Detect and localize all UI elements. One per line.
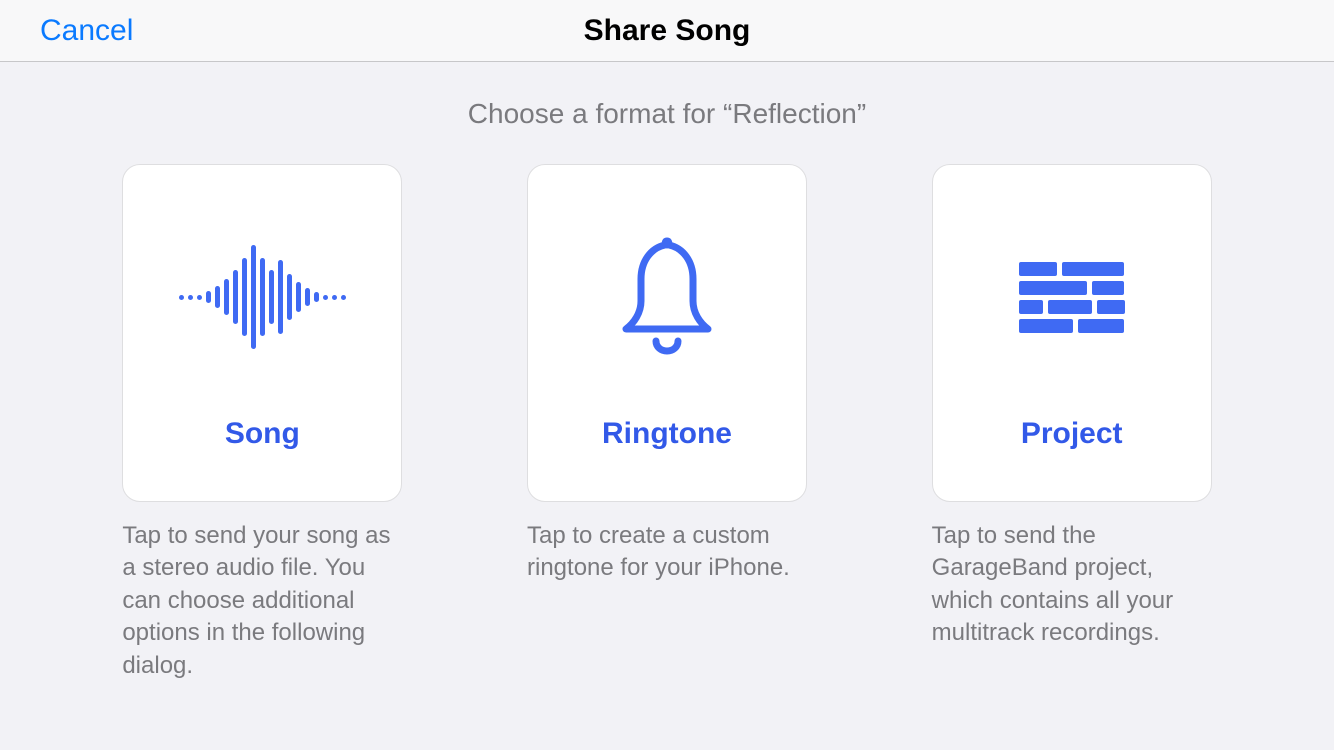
option-ringtone: Ringtone Tap to create a custom ringtone… — [525, 164, 810, 682]
subtitle-text: Choose a format for “Reflection” — [120, 98, 1214, 130]
ringtone-card-label: Ringtone — [602, 417, 732, 451]
ringtone-card[interactable]: Ringtone — [527, 164, 807, 502]
page-title: Share Song — [584, 14, 751, 48]
ringtone-description: Tap to create a custom ringtone for your… — [527, 520, 807, 585]
song-card-label: Song — [225, 417, 300, 451]
project-card[interactable]: Project — [932, 164, 1212, 502]
content-area: Choose a format for “Reflection” — [0, 62, 1334, 682]
song-description: Tap to send your song as a stereo audio … — [122, 520, 402, 682]
option-song: Song Tap to send your song as a stereo a… — [120, 164, 405, 682]
waveform-icon — [179, 185, 346, 409]
tracks-icon — [1019, 185, 1125, 409]
cancel-button[interactable]: Cancel — [40, 14, 133, 48]
header-bar: Cancel Share Song — [0, 0, 1334, 62]
option-project: Project Tap to send the GarageBand proje… — [929, 164, 1214, 682]
song-card[interactable]: Song — [122, 164, 402, 502]
project-description: Tap to send the GarageBand project, whic… — [932, 520, 1212, 650]
format-options: Song Tap to send your song as a stereo a… — [120, 164, 1214, 682]
bell-icon — [612, 185, 722, 409]
project-card-label: Project — [1021, 417, 1123, 451]
